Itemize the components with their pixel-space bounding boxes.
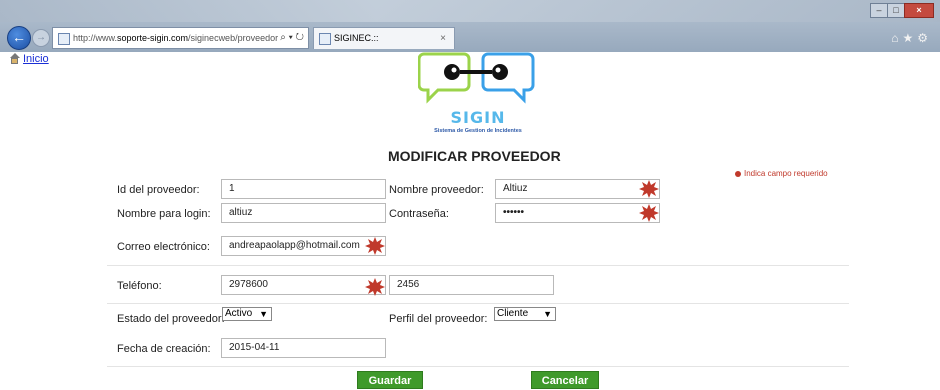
minimize-button[interactable]: – — [870, 3, 888, 18]
page-icon — [319, 32, 331, 45]
email-field[interactable]: andreapaolapp@hotmail.com — [221, 236, 386, 256]
estado-select[interactable]: Activo ▼ — [222, 307, 272, 321]
toolbar-icons[interactable]: ⌂★⚙ — [891, 31, 932, 45]
required-note: Indica campo requerido — [735, 169, 828, 178]
logo: SIGIN Sistema de Gestion de Incidentes — [417, 50, 538, 136]
forward-arrow-icon: → — [36, 32, 46, 43]
chevron-down-icon: ▼ — [259, 309, 268, 319]
url-prefix: http://www. — [73, 33, 118, 43]
nombre-label: Nombre proveedor: — [389, 184, 484, 196]
password-label: Contraseña: — [389, 208, 449, 220]
separator — [107, 265, 849, 266]
extension-field[interactable]: 2456 — [389, 275, 554, 295]
chevron-down-icon: ▼ — [543, 309, 552, 319]
close-window-button[interactable]: × — [904, 3, 934, 18]
home-link-container: Inicio — [9, 53, 49, 65]
fecha-label: Fecha de creación: — [117, 343, 211, 355]
save-button[interactable]: Guardar — [357, 371, 423, 389]
title-bar — [0, 0, 940, 22]
perfil-select[interactable]: Cliente ▼ — [494, 307, 556, 321]
required-star-icon — [639, 180, 659, 198]
separator — [107, 303, 849, 304]
perfil-value: Cliente — [497, 308, 529, 319]
home-link[interactable]: Inicio — [23, 53, 49, 65]
fecha-field[interactable]: 2015-04-11 — [221, 338, 386, 358]
home-icon[interactable] — [9, 53, 21, 64]
nombre-field[interactable]: Altiuz — [495, 179, 660, 199]
back-arrow-icon: ← — [12, 29, 26, 45]
login-field[interactable]: altiuz — [221, 203, 386, 223]
logo-subtitle: Sistema de Gestion de Incidentes — [434, 128, 522, 134]
window-controls: – □ × — [870, 3, 934, 18]
tab-close-icon[interactable]: × — [440, 28, 446, 49]
required-icon — [735, 170, 741, 177]
address-bar[interactable]: http://www.soporte-sigin.com/siginecweb/… — [52, 27, 309, 49]
perfil-label: Perfil del proveedor: — [389, 313, 488, 325]
required-note-text: Indica campo requerido — [744, 169, 828, 178]
logo-name: SIGIN — [450, 108, 506, 127]
browser-chrome: ← → http://www.soporte-sigin.com/siginec… — [0, 0, 940, 52]
cancel-button[interactable]: Cancelar — [531, 371, 599, 389]
login-label: Nombre para login: — [117, 208, 211, 220]
page-title: MODIFICAR PROVEEDOR — [388, 148, 561, 164]
address-tools[interactable]: ⌕ ▾ ↻ — [280, 28, 304, 48]
logo-chat-bubbles-icon — [417, 52, 535, 104]
separator — [107, 366, 849, 367]
estado-label: Estado del proveedor: — [117, 313, 225, 325]
id-field[interactable]: 1 — [221, 179, 386, 199]
telefono-label: Teléfono: — [117, 280, 162, 292]
forward-button[interactable]: → — [32, 29, 50, 47]
password-field[interactable]: •••••• — [495, 203, 660, 223]
back-button[interactable]: ← — [7, 26, 31, 50]
required-star-icon — [365, 237, 385, 255]
page-icon — [58, 32, 70, 45]
url-path: /siginecweb/proveedor — [188, 33, 279, 43]
browser-tab[interactable]: SIGINEC.:: × — [313, 27, 455, 49]
telefono-field[interactable]: 2978600 — [221, 275, 386, 295]
maximize-button[interactable]: □ — [887, 3, 905, 18]
required-star-icon — [365, 278, 385, 296]
email-label: Correo electrónico: — [117, 241, 210, 253]
required-star-icon — [639, 204, 659, 222]
tab-title: SIGINEC.:: — [334, 33, 379, 43]
url-domain: soporte-sigin.com — [117, 33, 189, 43]
estado-value: Activo — [225, 308, 253, 319]
id-label: Id del proveedor: — [117, 184, 200, 196]
